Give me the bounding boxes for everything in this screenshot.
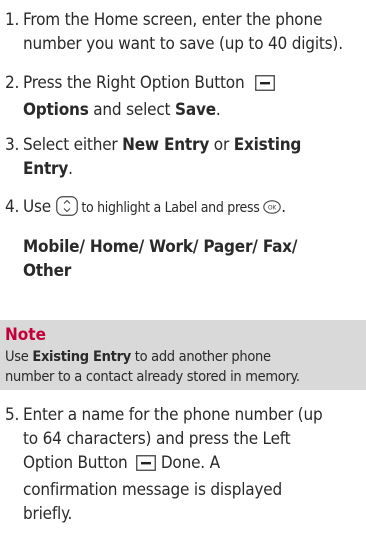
step-text: Enter a name for the phone number (up to… — [23, 403, 363, 526]
navigation-key-icon — [55, 196, 78, 223]
step-text-segment: . — [281, 197, 286, 217]
note-bold-term: Existing Entry — [32, 349, 131, 365]
step-number: 4. — [5, 197, 20, 217]
step-text: From the Home screen, enter the phone nu… — [23, 8, 363, 56]
note-text-segment: to add another phone — [130, 349, 271, 365]
note-line: Use Existing Entry to add another phone — [5, 347, 300, 367]
step-line: briefly. — [23, 504, 73, 524]
step-text: Press the Right Option Button Options an… — [23, 71, 363, 122]
step-bold-term: Entry — [23, 159, 69, 179]
step-line: Select either New Entry or Existing — [23, 133, 363, 157]
step-line: Use to highlight a Label and press OK . — [23, 195, 363, 223]
step-text-segment: Done. A — [156, 453, 220, 473]
step-text-segment: Select either — [23, 135, 123, 155]
option-button-icon — [136, 454, 157, 478]
note-title: Note — [5, 325, 46, 345]
step-text-segment: and select — [88, 100, 176, 120]
note-box: Note Use Existing Entry to add another p… — [0, 320, 366, 390]
label-options-text: Mobile/ Home/ Work/ Pager/ Fax/ Other — [23, 235, 363, 283]
note-text: Use Existing Entry to add another phone … — [5, 347, 300, 387]
step-number: 3. — [5, 135, 20, 155]
label-options-line: Mobile/ Home/ Work/ Pager/ Fax/ — [23, 237, 298, 257]
note-text-segment: Use — [5, 349, 33, 365]
step-text: Use to highlight a Label and press OK . — [23, 195, 363, 223]
step-line: Option Button Done. A — [23, 451, 363, 478]
svg-text:OK: OK — [268, 204, 278, 211]
step-line: to 64 characters) and press the Left — [23, 429, 291, 449]
step-bold-term: New Entry — [122, 135, 210, 155]
step-line: confirmation message is displayed — [23, 480, 283, 500]
step-bold-term: Options — [23, 100, 89, 120]
step-text-segment: . — [215, 100, 221, 120]
step-text-segment: Use — [23, 197, 56, 217]
step-line: Enter a name for the phone number (up — [23, 405, 323, 425]
step-text-segment: to highlight a Label and press — [77, 200, 264, 216]
step-line: Entry. — [23, 157, 363, 181]
ok-key-icon: OK — [263, 197, 281, 221]
step-text-segment: or — [209, 135, 234, 155]
option-button-icon — [255, 74, 276, 98]
step-text: Select either New Entry or Existing Entr… — [23, 133, 363, 181]
step-text-segment: Option Button — [23, 453, 128, 473]
step-number: 1. — [5, 10, 20, 30]
step-number: 5. — [5, 405, 20, 425]
step-line: number you want to save (up to 40 digits… — [23, 34, 343, 54]
step-line: Options and select Save. — [23, 98, 363, 122]
label-options-line: Other — [23, 261, 72, 281]
step-bold-term: Save — [175, 100, 216, 120]
step-bold-term: Existing — [233, 135, 302, 155]
note-line: number to a contact already stored in me… — [5, 369, 300, 385]
step-line: From the Home screen, enter the phone — [23, 10, 323, 30]
step-line: Press the Right Option Button — [23, 71, 363, 98]
manual-page: 1. From the Home screen, enter the phone… — [0, 0, 366, 558]
step-number: 2. — [5, 73, 20, 93]
step-text-segment: Press the Right Option Button — [23, 73, 245, 93]
step-text-segment: . — [68, 159, 73, 179]
